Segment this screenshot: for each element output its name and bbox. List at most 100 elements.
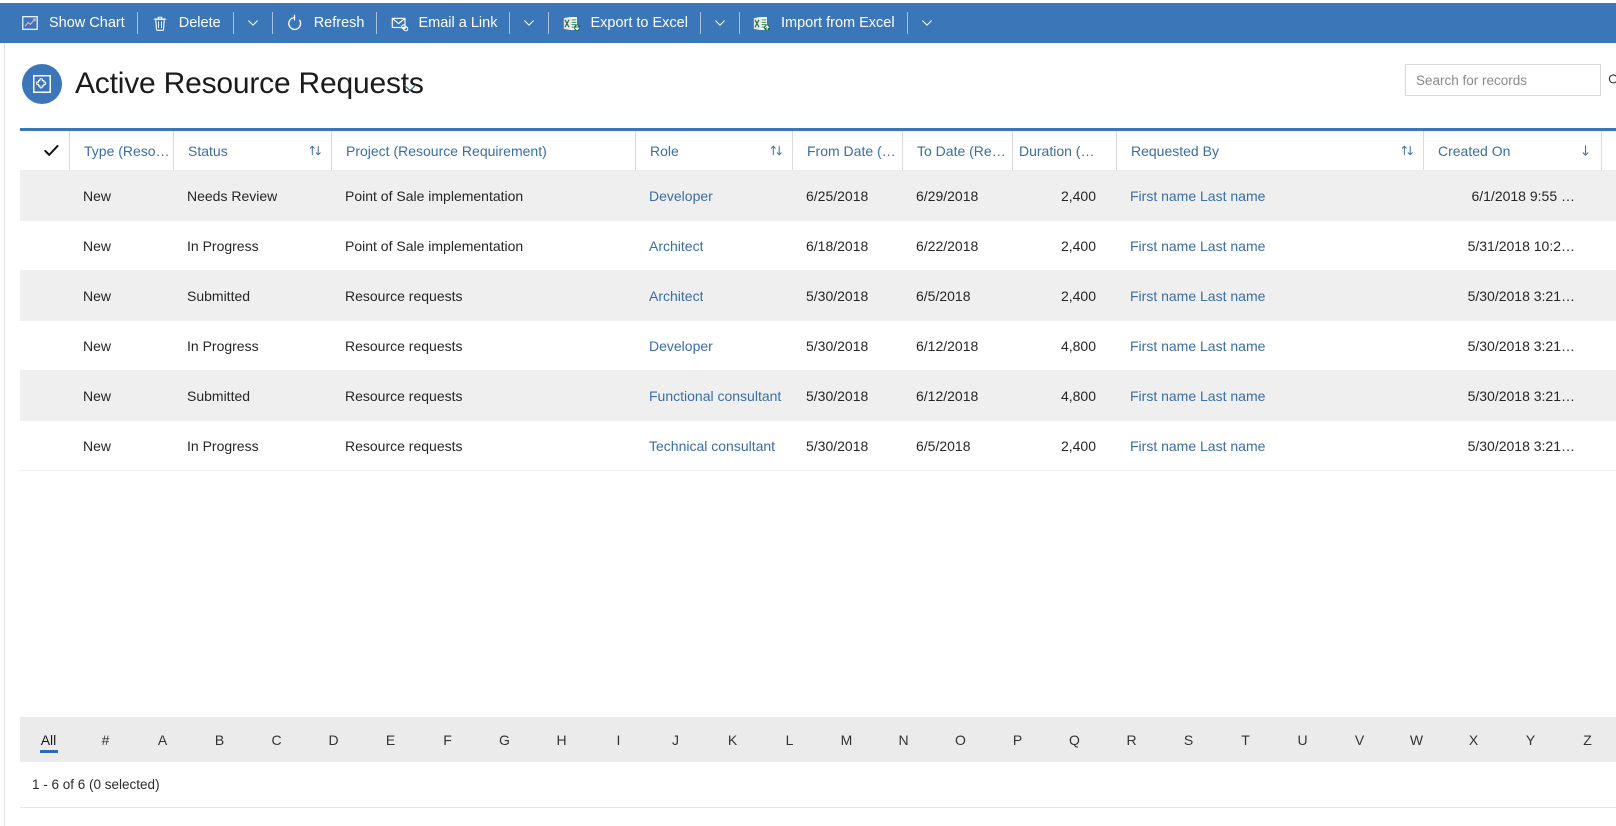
cell-requested-by[interactable]: First name Last name [1116, 421, 1423, 470]
import-from-excel-chevron-down-icon[interactable] [910, 3, 944, 43]
cell-to-text: 6/5/2018 [916, 438, 971, 454]
alpha-filter-label: All [41, 732, 57, 748]
cell-role[interactable]: Architect [635, 221, 792, 270]
table-row[interactable]: NewIn ProgressPoint of Sale implementati… [20, 221, 1616, 271]
sort-toggle-icon[interactable] [1400, 143, 1415, 158]
alpha-filter-x[interactable]: X [1445, 717, 1502, 762]
alpha-filter-all[interactable]: All [20, 717, 77, 762]
alpha-filter-m[interactable]: M [818, 717, 875, 762]
alpha-filter-f[interactable]: F [419, 717, 476, 762]
cell-project: Resource requests [331, 421, 635, 470]
alpha-filter-e[interactable]: E [362, 717, 419, 762]
row-select-checkbox[interactable] [20, 171, 69, 220]
search-input[interactable] [1406, 65, 1599, 95]
cell-type: New [69, 321, 173, 370]
alpha-filter-c[interactable]: C [248, 717, 305, 762]
column-header-role[interactable]: Role [635, 131, 792, 170]
column-header-project[interactable]: Project (Resource Requirement) [331, 131, 635, 170]
alpha-filter-b[interactable]: B [191, 717, 248, 762]
column-header-from[interactable]: From Date (… [792, 131, 902, 170]
column-header-dur[interactable]: Duration (R… [1012, 131, 1116, 170]
alpha-filter-l[interactable]: L [761, 717, 818, 762]
command-refresh-button[interactable]: Refresh [275, 3, 375, 43]
cell-role[interactable]: Functional consultant [635, 371, 792, 420]
alpha-filter-k[interactable]: K [704, 717, 761, 762]
alpha-filter-n[interactable]: N [875, 717, 932, 762]
alpha-filter-g[interactable]: G [476, 717, 533, 762]
command-separator [739, 12, 740, 34]
row-select-checkbox[interactable] [20, 221, 69, 270]
alpha-filter-w[interactable]: W [1388, 717, 1445, 762]
command-separator [272, 12, 273, 34]
cell-role[interactable]: Developer [635, 171, 792, 220]
sort-toggle-icon[interactable] [308, 143, 323, 158]
cell-status: In Progress [173, 321, 331, 370]
command-import-from-excel-label: Import from Excel [781, 15, 895, 31]
cell-requested-by[interactable]: First name Last name [1116, 171, 1423, 220]
alpha-filter-r[interactable]: R [1103, 717, 1160, 762]
cell-role[interactable]: Technical consultant [635, 421, 792, 470]
table-row[interactable]: NewSubmittedResource requestsArchitect5/… [20, 271, 1616, 321]
select-all-checkmark-icon[interactable] [20, 131, 69, 170]
chart-icon [20, 13, 40, 33]
delete-chevron-down-icon[interactable] [236, 3, 270, 43]
cell-requested-by-text: First name Last name [1130, 438, 1265, 454]
table-row[interactable]: NewIn ProgressResource requestsTechnical… [20, 421, 1616, 471]
alpha-filter-i[interactable]: I [590, 717, 647, 762]
cell-role[interactable]: Architect [635, 271, 792, 320]
row-select-checkbox[interactable] [20, 271, 69, 320]
alpha-filter-a[interactable]: A [134, 717, 191, 762]
cell-requested-by[interactable]: First name Last name [1116, 371, 1423, 420]
cell-requested-by-text: First name Last name [1130, 238, 1265, 254]
row-select-checkbox[interactable] [20, 371, 69, 420]
refresh-icon [285, 13, 305, 33]
command-email-a-link-button[interactable]: Email a Link [379, 3, 507, 43]
sort-descending-icon[interactable] [1578, 143, 1593, 158]
command-show-chart-button[interactable]: Show Chart [10, 3, 135, 43]
column-header-created[interactable]: Created On [1423, 131, 1601, 170]
alpha-filter-h[interactable]: H [533, 717, 590, 762]
cell-requested-by-text: First name Last name [1130, 388, 1265, 404]
email-a-link-chevron-down-icon[interactable] [512, 3, 546, 43]
cell-to: 6/5/2018 [902, 271, 1012, 320]
cell-role-text: Functional consultant [649, 388, 781, 404]
table-row[interactable]: NewSubmittedResource requestsFunctional … [20, 371, 1616, 421]
table-row[interactable]: NewIn ProgressResource requestsDeveloper… [20, 321, 1616, 371]
cell-requested-by[interactable]: First name Last name [1116, 221, 1423, 270]
alpha-filter-hash[interactable]: # [77, 717, 134, 762]
alpha-filter-z[interactable]: Z [1559, 717, 1616, 762]
alpha-filter-u[interactable]: U [1274, 717, 1331, 762]
column-header-created-label: Created On [1438, 143, 1510, 159]
view-selector-chevron-down-icon[interactable] [397, 75, 423, 101]
cell-created-on: 5/30/2018 3:21… [1423, 271, 1601, 320]
cell-to-text: 6/22/2018 [916, 238, 978, 254]
cell-created-on-text: 6/1/2018 9:55 … [1471, 188, 1575, 204]
column-header-to[interactable]: To Date (Re… [902, 131, 1012, 170]
alpha-filter-v[interactable]: V [1331, 717, 1388, 762]
cell-requested-by[interactable]: First name Last name [1116, 271, 1423, 320]
command-separator [233, 12, 234, 34]
cell-role[interactable]: Developer [635, 321, 792, 370]
column-header-req[interactable]: Requested By [1116, 131, 1423, 170]
command-export-to-excel-button[interactable]: Export to Excel [551, 3, 698, 43]
alpha-filter-j[interactable]: J [647, 717, 704, 762]
alpha-filter-p[interactable]: P [989, 717, 1046, 762]
alpha-filter-label: Q [1069, 732, 1080, 748]
alpha-filter-y[interactable]: Y [1502, 717, 1559, 762]
alpha-filter-t[interactable]: T [1217, 717, 1274, 762]
alpha-filter-q[interactable]: Q [1046, 717, 1103, 762]
export-to-excel-chevron-down-icon[interactable] [703, 3, 737, 43]
command-delete-button[interactable]: Delete [140, 3, 231, 43]
column-header-status[interactable]: Status [173, 131, 331, 170]
row-select-checkbox[interactable] [20, 321, 69, 370]
cell-requested-by[interactable]: First name Last name [1116, 321, 1423, 370]
command-import-from-excel-button[interactable]: Import from Excel [742, 3, 905, 43]
sort-toggle-icon[interactable] [769, 143, 784, 158]
alpha-filter-s[interactable]: S [1160, 717, 1217, 762]
row-select-checkbox[interactable] [20, 421, 69, 470]
alpha-filter-o[interactable]: O [932, 717, 989, 762]
table-row[interactable]: NewNeeds ReviewPoint of Sale implementat… [20, 171, 1616, 221]
column-header-type[interactable]: Type (Reso…) [69, 131, 173, 170]
alpha-filter-d[interactable]: D [305, 717, 362, 762]
search-icon[interactable] [1599, 65, 1616, 95]
